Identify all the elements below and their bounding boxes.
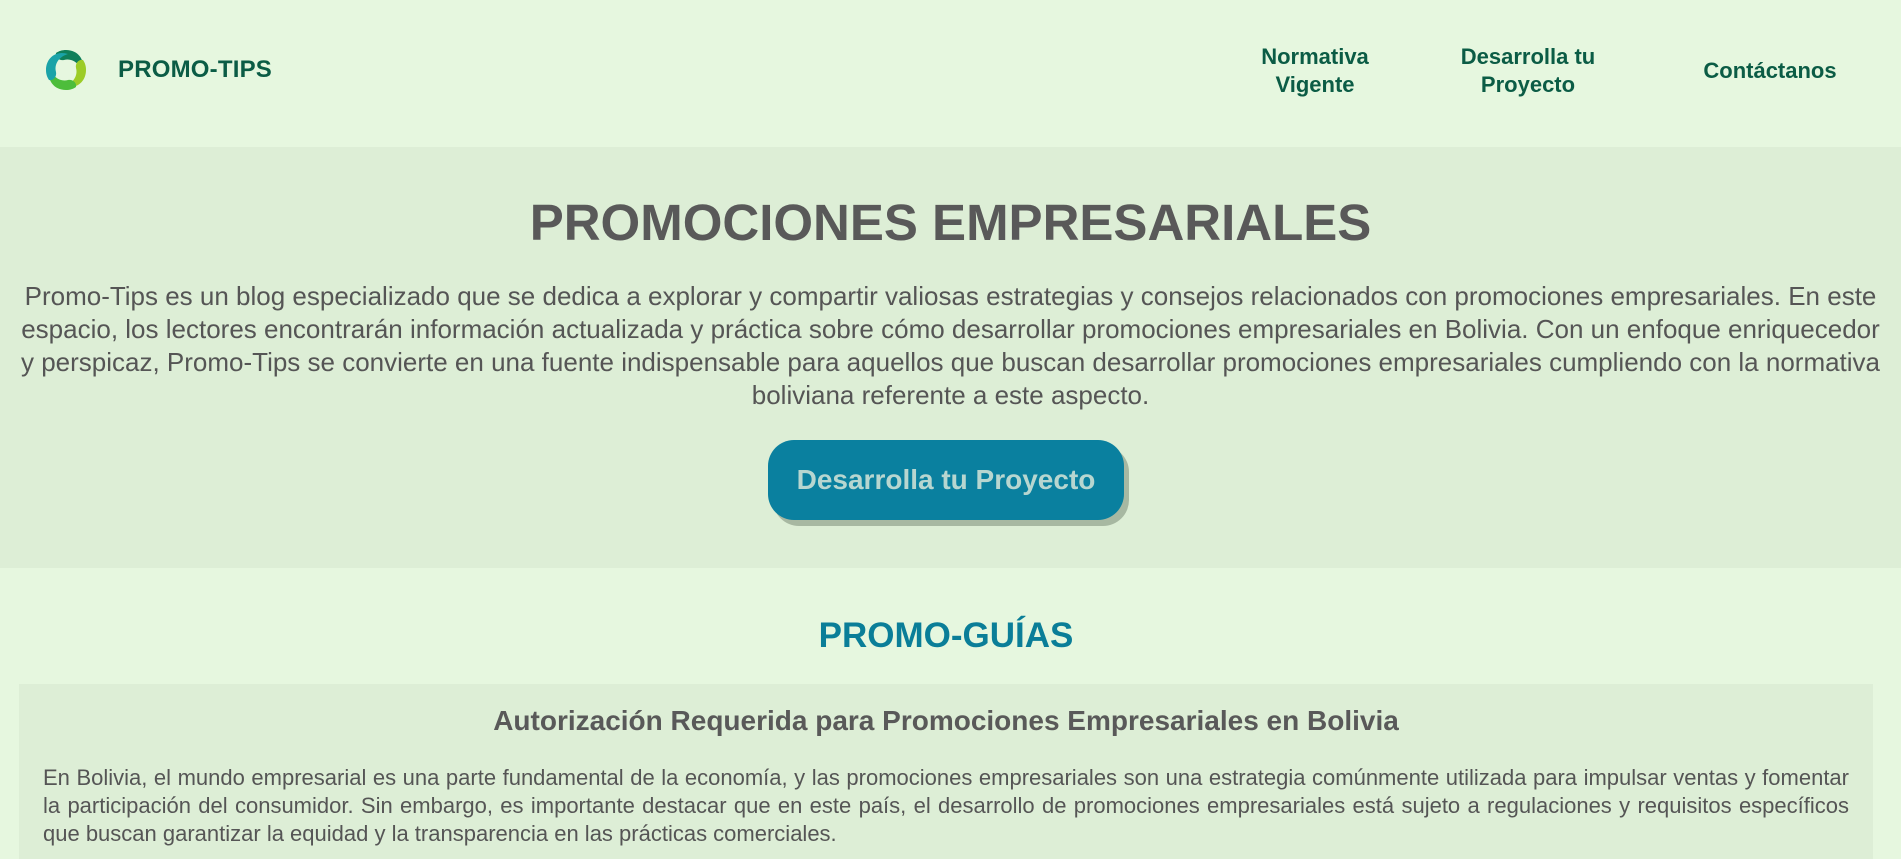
hero-title: PROMOCIONES EMPRESARIALES [529,194,1372,251]
hero-description: Promo-Tips es un blog especializado que … [20,281,1881,410]
nav-item-contactanos[interactable]: Contáctanos [1690,57,1850,85]
nav-item-normativa-vigente[interactable]: Normativa Vigente [1245,43,1385,99]
site-header: PROMO-TIPS Normativa Vigente Desarrolla … [0,0,1901,147]
nav-item-proyecto-line-1: Desarrolla tu [1460,44,1596,69]
page: PROMO-TIPS Normativa Vigente Desarrolla … [0,0,1901,859]
guide-card: Autorización Requerida para Promociones … [19,684,1873,859]
guide-text: En Bolivia, el mundo empresarial es una … [43,765,1849,846]
brand-home-link[interactable]: PROMO-TIPS [42,46,272,94]
nav-item-normativa-line-1: Normativa [1261,44,1369,69]
nav-item-normativa-line-2: Vigente [1275,72,1355,97]
nav-item-desarrolla-proyecto[interactable]: Desarrolla tu Proyecto [1443,43,1613,99]
guides-section-title: PROMO-GUÍAS [818,616,1074,655]
guide-title[interactable]: Autorización Requerida para Promociones … [19,704,1873,738]
nav-item-proyecto-line-2: Proyecto [1480,72,1576,97]
desarrolla-proyecto-button[interactable]: Desarrolla tu Proyecto [768,440,1124,520]
brand-name: PROMO-TIPS [118,56,273,83]
swirl-logo-icon [43,47,89,93]
hero-section: PROMOCIONES EMPRESARIALES Promo-Tips es … [0,147,1901,568]
